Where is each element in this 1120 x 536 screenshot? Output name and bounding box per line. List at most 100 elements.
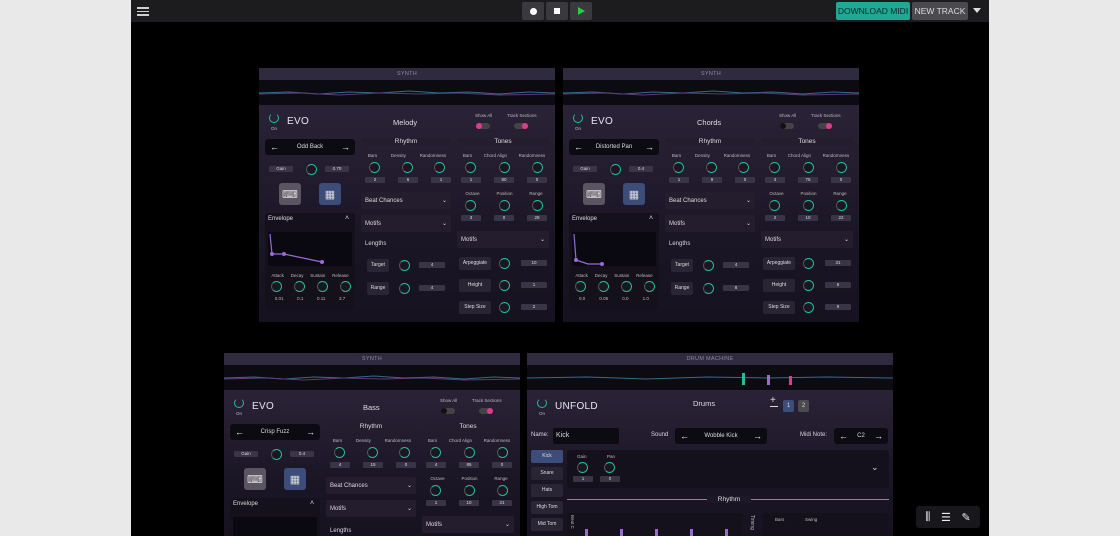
arrow-right-icon[interactable]: → <box>341 142 350 152</box>
keyboard-button[interactable]: ⌨ <box>244 468 266 490</box>
arpeggiate-knob[interactable] <box>803 258 814 269</box>
gain-value[interactable]: 1 <box>573 476 593 482</box>
name-input[interactable]: Kick <box>553 428 619 444</box>
arrow-left-icon[interactable]: ← <box>839 431 848 441</box>
magic-wand-icon[interactable]: ✎ <box>961 511 970 524</box>
show-all-toggle[interactable] <box>476 123 490 129</box>
chevron-down-icon[interactable]: ⌄ <box>871 462 879 473</box>
motifs-dropdown[interactable]: Motifs ⌄ <box>361 215 451 232</box>
motifs-dropdown[interactable]: Motifs ⌄ <box>326 500 416 517</box>
add-icon[interactable]: + <box>770 395 776 406</box>
height-knob[interactable] <box>803 280 814 291</box>
step-size-value[interactable]: 9 <box>825 304 851 310</box>
rhythm-bars-knob[interactable] <box>334 447 345 458</box>
chevron-up-icon[interactable]: ˄ <box>310 500 314 507</box>
preset-selector[interactable]: ← Crisp Fuzz → <box>230 424 320 440</box>
octave-value[interactable]: 2 <box>765 215 785 221</box>
sustain-knob[interactable] <box>621 281 632 292</box>
arrow-left-icon[interactable]: ← <box>270 142 279 152</box>
tones-bars-value[interactable]: 1 <box>461 177 481 183</box>
arpeggiate-value[interactable]: 10 <box>521 260 547 266</box>
rhythm-bars-value[interactable]: 2 <box>365 177 385 183</box>
position-value[interactable]: 10 <box>798 215 818 221</box>
rhythm-randomness-knob[interactable] <box>399 447 410 458</box>
chevron-up-icon[interactable]: ˄ <box>649 215 653 222</box>
gain-knob[interactable] <box>610 164 621 175</box>
height-knob[interactable] <box>499 280 510 291</box>
beat-chances-graph[interactable]: Beat C <box>567 513 743 536</box>
tones-bars-knob[interactable] <box>769 162 780 173</box>
sound-selector[interactable]: ← Wobble Kick → <box>675 428 767 444</box>
tones-randomness-knob[interactable] <box>836 162 847 173</box>
envelope-graph[interactable] <box>268 232 352 266</box>
motifs-dropdown[interactable]: Motifs ⌄ <box>665 215 755 232</box>
drum-track-mid-tom[interactable]: Mid Tom <box>531 518 563 531</box>
arrow-right-icon[interactable]: → <box>306 427 315 437</box>
list-icon[interactable]: ☰ <box>941 511 951 524</box>
synth-module-button[interactable]: ▦ <box>284 468 306 490</box>
menu-icon[interactable] <box>137 5 149 17</box>
show-all-toggle[interactable] <box>780 123 794 129</box>
drum-track-kick[interactable]: Kick <box>531 450 563 463</box>
target-value[interactable]: 4 <box>723 262 749 268</box>
power-icon[interactable] <box>234 398 244 408</box>
rhythm-bars-knob[interactable] <box>673 162 684 173</box>
arrow-left-icon[interactable]: ← <box>574 142 583 152</box>
download-midi-button[interactable]: DOWNLOAD MIDI <box>836 2 910 20</box>
arrow-right-icon[interactable]: → <box>753 431 762 441</box>
play-button[interactable] <box>570 2 592 20</box>
range-knob[interactable] <box>399 283 410 294</box>
position-knob[interactable] <box>802 200 814 211</box>
tones-bars-value[interactable]: 4 <box>426 462 446 468</box>
tones-bars-knob[interactable] <box>430 447 441 458</box>
preset-selector[interactable]: ← Odd Back → <box>265 139 355 155</box>
arpeggiate-knob[interactable] <box>499 258 510 269</box>
stop-button[interactable] <box>546 2 568 20</box>
show-all-toggle[interactable] <box>441 408 455 414</box>
target-value[interactable]: 4 <box>419 262 445 268</box>
rhythm-bars-knob[interactable] <box>369 162 380 173</box>
midi-note-selector[interactable]: ← C2 → <box>834 428 888 444</box>
rhythm-randomness-value[interactable]: 1 <box>431 177 451 183</box>
rhythm-density-value[interactable]: 9 <box>702 177 722 183</box>
range-value[interactable]: 4 <box>419 285 445 291</box>
position-knob[interactable] <box>498 200 510 211</box>
step-size-knob[interactable] <box>803 302 814 313</box>
chord-align-value[interactable]: 75 <box>798 177 818 183</box>
rhythm-density-knob[interactable] <box>705 162 717 173</box>
drum-track-snare[interactable]: Snare <box>531 467 563 480</box>
track-sections-toggle[interactable] <box>479 408 493 414</box>
tones-bars-value[interactable]: 4 <box>765 177 785 183</box>
tones-randomness-knob[interactable] <box>497 447 508 458</box>
chord-align-value[interactable]: 80 <box>494 177 514 183</box>
envelope-graph[interactable] <box>572 232 656 266</box>
power-icon[interactable] <box>537 398 547 408</box>
preset-selector[interactable]: ← Distorted Pan → <box>569 139 659 155</box>
arrow-left-icon[interactable]: ← <box>680 431 689 441</box>
octave-knob[interactable] <box>465 200 476 211</box>
release-knob[interactable] <box>340 281 351 292</box>
synth-module-button[interactable]: ▦ <box>319 183 341 205</box>
power-icon[interactable] <box>269 113 279 123</box>
beat-chances-dropdown[interactable]: Beat Chances ⌄ <box>326 477 416 494</box>
range-value[interactable]: 8 <box>723 285 749 291</box>
tones-range-knob[interactable] <box>836 200 847 211</box>
chord-align-knob[interactable] <box>802 162 814 173</box>
arrow-right-icon[interactable]: → <box>645 142 654 152</box>
arpeggiate-value[interactable]: 31 <box>825 260 851 266</box>
height-value[interactable]: 6 <box>825 282 851 288</box>
power-icon[interactable] <box>573 113 583 123</box>
rhythm-randomness-value[interactable]: 0 <box>735 177 755 183</box>
step-size-knob[interactable] <box>499 302 510 313</box>
tones-randomness-value[interactable]: 0 <box>492 462 512 468</box>
beat-chances-dropdown[interactable]: Beat Chances ⌄ <box>361 192 451 209</box>
synth-module-button[interactable]: ▦ <box>623 183 645 205</box>
attack-knob[interactable] <box>575 281 586 292</box>
drum-track-high-tom[interactable]: High Tom <box>531 501 563 514</box>
rhythm-randomness-value[interactable]: 0 <box>396 462 416 468</box>
arrow-right-icon[interactable]: → <box>874 431 883 441</box>
record-button[interactable] <box>522 2 544 20</box>
rhythm-randomness-knob[interactable] <box>434 162 445 173</box>
drum-track-hats[interactable]: Hats <box>531 484 563 497</box>
target-knob[interactable] <box>399 260 410 271</box>
